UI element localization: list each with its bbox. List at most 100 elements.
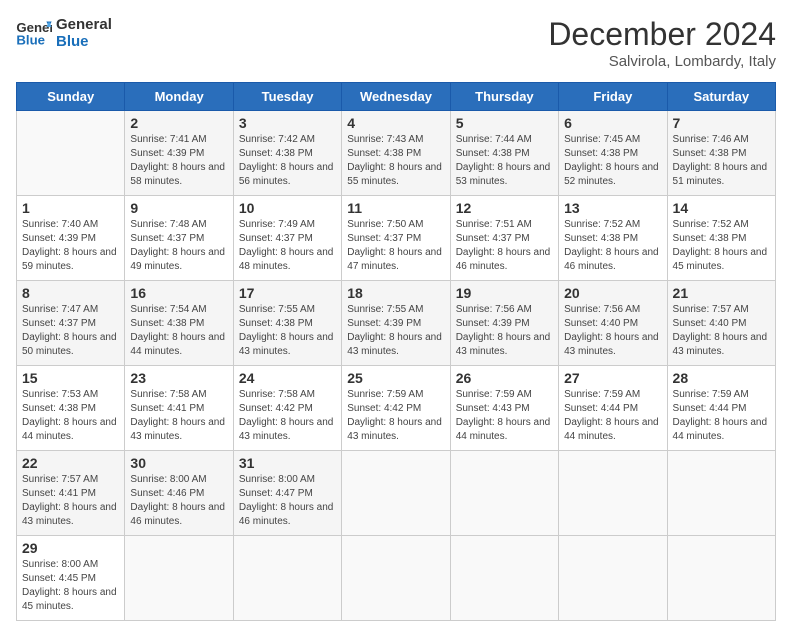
calendar-cell: 19 Sunrise: 7:56 AMSunset: 4:39 PMDaylig… [450, 281, 558, 366]
calendar-cell: 23 Sunrise: 7:58 AMSunset: 4:41 PMDaylig… [125, 366, 233, 451]
calendar-cell [667, 451, 775, 536]
cell-info: Sunrise: 7:41 AMSunset: 4:39 PMDaylight:… [130, 134, 225, 187]
day-number: 14 [673, 200, 770, 216]
calendar-body: 2 Sunrise: 7:41 AMSunset: 4:39 PMDayligh… [17, 111, 776, 621]
col-monday: Monday [125, 83, 233, 111]
day-number: 26 [456, 370, 553, 386]
day-number: 20 [564, 285, 661, 301]
cell-info: Sunrise: 7:58 AMSunset: 4:42 PMDaylight:… [239, 389, 334, 442]
calendar-cell: 28 Sunrise: 7:59 AMSunset: 4:44 PMDaylig… [667, 366, 775, 451]
calendar-cell [17, 111, 125, 196]
day-number: 2 [130, 115, 227, 131]
calendar-cell: 17 Sunrise: 7:55 AMSunset: 4:38 PMDaylig… [233, 281, 341, 366]
cell-info: Sunrise: 7:40 AMSunset: 4:39 PMDaylight:… [22, 219, 117, 272]
day-number: 12 [456, 200, 553, 216]
calendar-cell: 6 Sunrise: 7:45 AMSunset: 4:38 PMDayligh… [559, 111, 667, 196]
day-number: 27 [564, 370, 661, 386]
day-number: 21 [673, 285, 770, 301]
header-row: Sunday Monday Tuesday Wednesday Thursday… [17, 83, 776, 111]
day-number: 4 [347, 115, 444, 131]
calendar-cell: 3 Sunrise: 7:42 AMSunset: 4:38 PMDayligh… [233, 111, 341, 196]
calendar-cell: 12 Sunrise: 7:51 AMSunset: 4:37 PMDaylig… [450, 196, 558, 281]
calendar-cell [233, 536, 341, 621]
calendar-cell: 14 Sunrise: 7:52 AMSunset: 4:38 PMDaylig… [667, 196, 775, 281]
month-title: December 2024 [548, 16, 776, 53]
cell-info: Sunrise: 7:58 AMSunset: 4:41 PMDaylight:… [130, 389, 225, 442]
calendar-cell: 4 Sunrise: 7:43 AMSunset: 4:38 PMDayligh… [342, 111, 450, 196]
calendar-row-5: 29 Sunrise: 8:00 AMSunset: 4:45 PMDaylig… [17, 536, 776, 621]
calendar-row-3: 15 Sunrise: 7:53 AMSunset: 4:38 PMDaylig… [17, 366, 776, 451]
calendar-cell: 13 Sunrise: 7:52 AMSunset: 4:38 PMDaylig… [559, 196, 667, 281]
cell-info: Sunrise: 7:56 AMSunset: 4:39 PMDaylight:… [456, 304, 551, 357]
day-number: 13 [564, 200, 661, 216]
calendar-cell: 16 Sunrise: 7:54 AMSunset: 4:38 PMDaylig… [125, 281, 233, 366]
calendar-row-2: 8 Sunrise: 7:47 AMSunset: 4:37 PMDayligh… [17, 281, 776, 366]
calendar-cell: 21 Sunrise: 7:57 AMSunset: 4:40 PMDaylig… [667, 281, 775, 366]
cell-info: Sunrise: 7:44 AMSunset: 4:38 PMDaylight:… [456, 134, 551, 187]
calendar-cell: 5 Sunrise: 7:44 AMSunset: 4:38 PMDayligh… [450, 111, 558, 196]
calendar-table: Sunday Monday Tuesday Wednesday Thursday… [16, 82, 776, 621]
cell-info: Sunrise: 8:00 AMSunset: 4:46 PMDaylight:… [130, 474, 225, 527]
cell-info: Sunrise: 8:00 AMSunset: 4:45 PMDaylight:… [22, 559, 117, 612]
cell-info: Sunrise: 7:59 AMSunset: 4:43 PMDaylight:… [456, 389, 551, 442]
calendar-cell [667, 536, 775, 621]
calendar-cell [450, 451, 558, 536]
calendar-cell [125, 536, 233, 621]
calendar-cell: 25 Sunrise: 7:59 AMSunset: 4:42 PMDaylig… [342, 366, 450, 451]
cell-info: Sunrise: 7:54 AMSunset: 4:38 PMDaylight:… [130, 304, 225, 357]
location: Salvirola, Lombardy, Italy [548, 53, 776, 70]
col-friday: Friday [559, 83, 667, 111]
calendar-cell: 11 Sunrise: 7:50 AMSunset: 4:37 PMDaylig… [342, 196, 450, 281]
col-sunday: Sunday [17, 83, 125, 111]
cell-info: Sunrise: 7:49 AMSunset: 4:37 PMDaylight:… [239, 219, 334, 272]
day-number: 5 [456, 115, 553, 131]
day-number: 6 [564, 115, 661, 131]
cell-info: Sunrise: 7:55 AMSunset: 4:38 PMDaylight:… [239, 304, 334, 357]
cell-info: Sunrise: 7:52 AMSunset: 4:38 PMDaylight:… [564, 219, 659, 272]
calendar-cell: 31 Sunrise: 8:00 AMSunset: 4:47 PMDaylig… [233, 451, 341, 536]
calendar-cell: 26 Sunrise: 7:59 AMSunset: 4:43 PMDaylig… [450, 366, 558, 451]
cell-info: Sunrise: 7:47 AMSunset: 4:37 PMDaylight:… [22, 304, 117, 357]
col-saturday: Saturday [667, 83, 775, 111]
day-number: 31 [239, 455, 336, 471]
cell-info: Sunrise: 7:59 AMSunset: 4:44 PMDaylight:… [564, 389, 659, 442]
logo-blue: Blue [56, 33, 112, 50]
cell-info: Sunrise: 7:42 AMSunset: 4:38 PMDaylight:… [239, 134, 334, 187]
page-header: General Blue General Blue December 2024 … [16, 16, 776, 70]
cell-info: Sunrise: 7:46 AMSunset: 4:38 PMDaylight:… [673, 134, 768, 187]
day-number: 16 [130, 285, 227, 301]
logo: General Blue General Blue [16, 16, 112, 50]
calendar-cell [342, 536, 450, 621]
calendar-row-4: 22 Sunrise: 7:57 AMSunset: 4:41 PMDaylig… [17, 451, 776, 536]
day-number: 24 [239, 370, 336, 386]
calendar-cell: 2 Sunrise: 7:41 AMSunset: 4:39 PMDayligh… [125, 111, 233, 196]
cell-info: Sunrise: 7:51 AMSunset: 4:37 PMDaylight:… [456, 219, 551, 272]
svg-text:Blue: Blue [16, 32, 45, 47]
day-number: 10 [239, 200, 336, 216]
day-number: 1 [22, 200, 119, 216]
cell-info: Sunrise: 8:00 AMSunset: 4:47 PMDaylight:… [239, 474, 334, 527]
calendar-cell: 1 Sunrise: 7:40 AMSunset: 4:39 PMDayligh… [17, 196, 125, 281]
logo-icon: General Blue [16, 18, 52, 48]
calendar-header: Sunday Monday Tuesday Wednesday Thursday… [17, 83, 776, 111]
calendar-cell: 22 Sunrise: 7:57 AMSunset: 4:41 PMDaylig… [17, 451, 125, 536]
day-number: 9 [130, 200, 227, 216]
calendar-cell: 10 Sunrise: 7:49 AMSunset: 4:37 PMDaylig… [233, 196, 341, 281]
calendar-cell: 15 Sunrise: 7:53 AMSunset: 4:38 PMDaylig… [17, 366, 125, 451]
calendar-cell [342, 451, 450, 536]
cell-info: Sunrise: 7:56 AMSunset: 4:40 PMDaylight:… [564, 304, 659, 357]
day-number: 17 [239, 285, 336, 301]
calendar-cell: 9 Sunrise: 7:48 AMSunset: 4:37 PMDayligh… [125, 196, 233, 281]
calendar-row-1: 1 Sunrise: 7:40 AMSunset: 4:39 PMDayligh… [17, 196, 776, 281]
day-number: 7 [673, 115, 770, 131]
cell-info: Sunrise: 7:45 AMSunset: 4:38 PMDaylight:… [564, 134, 659, 187]
cell-info: Sunrise: 7:50 AMSunset: 4:37 PMDaylight:… [347, 219, 442, 272]
cell-info: Sunrise: 7:43 AMSunset: 4:38 PMDaylight:… [347, 134, 442, 187]
calendar-cell: 30 Sunrise: 8:00 AMSunset: 4:46 PMDaylig… [125, 451, 233, 536]
col-wednesday: Wednesday [342, 83, 450, 111]
calendar-row-0: 2 Sunrise: 7:41 AMSunset: 4:39 PMDayligh… [17, 111, 776, 196]
cell-info: Sunrise: 7:52 AMSunset: 4:38 PMDaylight:… [673, 219, 768, 272]
col-tuesday: Tuesday [233, 83, 341, 111]
col-thursday: Thursday [450, 83, 558, 111]
calendar-cell: 18 Sunrise: 7:55 AMSunset: 4:39 PMDaylig… [342, 281, 450, 366]
